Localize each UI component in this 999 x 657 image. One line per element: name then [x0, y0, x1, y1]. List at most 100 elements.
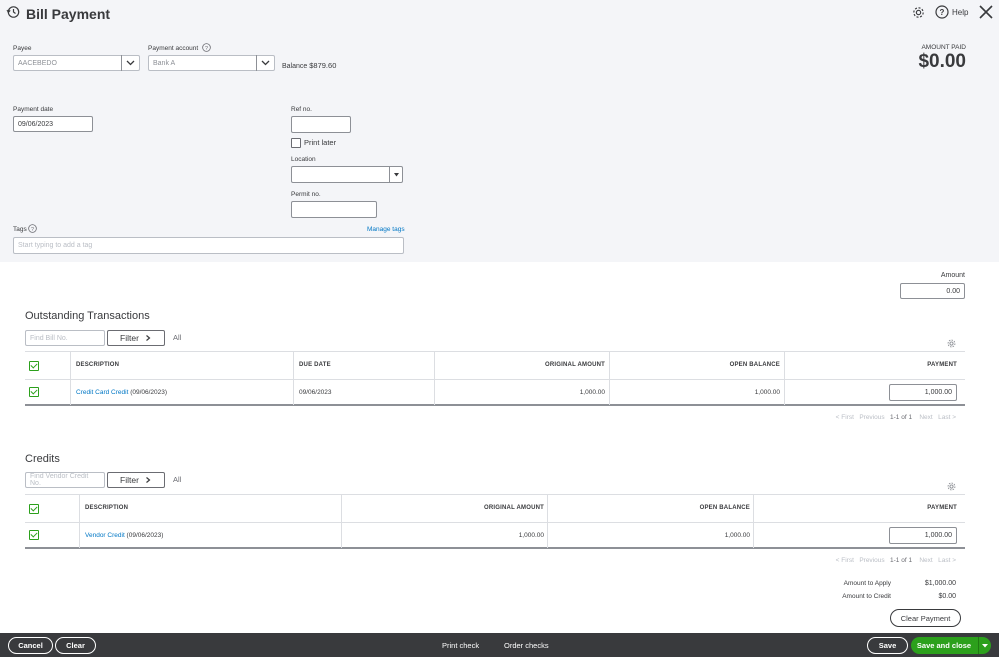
pager-last[interactable]: Last > — [938, 557, 956, 564]
amount-value: 0.00 — [946, 287, 960, 295]
chevron-right-icon — [146, 477, 151, 483]
print-later-label[interactable]: Print later — [304, 138, 336, 147]
find-bill-placeholder: Find Bill No. — [30, 334, 68, 342]
pager-range: 1-1 of 1 — [890, 557, 913, 564]
save-and-close-button[interactable]: Save and close — [911, 637, 977, 654]
pager-range: 1-1 of 1 — [890, 414, 913, 421]
find-vendor-credit-input[interactable]: Find Vendor Credit No. — [25, 472, 105, 488]
pager-previous[interactable]: Previous — [859, 414, 884, 421]
svg-text:?: ? — [31, 227, 34, 233]
cancel-button[interactable]: Cancel — [8, 637, 53, 654]
amount-input[interactable]: 0.00 — [900, 283, 965, 299]
table-row — [25, 523, 965, 547]
pager-first[interactable]: < First — [836, 557, 854, 564]
row-checkbox[interactable] — [29, 530, 39, 540]
amount-paid-value: $0.00 — [918, 51, 966, 72]
credits-filter-button[interactable]: Filter — [107, 472, 165, 488]
outstanding-filter-button[interactable]: Filter — [107, 330, 165, 346]
print-check-link[interactable]: Print check — [442, 641, 479, 650]
save-button[interactable]: Save — [867, 637, 908, 654]
footer-bar: Cancel Clear Print check Order checks Sa… — [0, 633, 999, 657]
account-balance: Balance $879.60 — [282, 61, 336, 70]
pager-last[interactable]: Last > — [938, 414, 956, 421]
clear-button[interactable]: Clear — [55, 637, 96, 654]
amount-to-credit-label: Amount to Credit — [842, 593, 891, 600]
permit-no-input[interactable] — [291, 201, 377, 218]
col-payment[interactable]: PAYMENT — [927, 505, 957, 511]
chevron-down-icon[interactable] — [256, 55, 274, 71]
settings-gear-icon[interactable] — [911, 5, 926, 20]
outstanding-select-all-checkbox[interactable] — [29, 361, 39, 371]
pager-first[interactable]: < First — [836, 414, 854, 421]
history-icon[interactable] — [6, 5, 20, 19]
permit-no-label: Permit no. — [291, 191, 321, 198]
caret-down-icon[interactable] — [389, 166, 402, 183]
row-description-date: (09/06/2023) — [128, 389, 168, 396]
payment-account-select[interactable]: Bank A — [148, 55, 275, 71]
header-form-zone — [0, 0, 999, 262]
payment-account-label: Payment account — [148, 45, 199, 52]
outstanding-pager: < First Previous 1-1 of 1 Next Last > — [836, 414, 956, 421]
ref-no-input[interactable] — [291, 116, 351, 133]
vendor-credit-link[interactable]: Vendor Credit — [85, 532, 125, 539]
credit-card-credit-link[interactable]: Credit Card Credit — [76, 389, 128, 396]
outstanding-table-top-rule — [25, 351, 965, 352]
credits-table-top-rule — [25, 494, 965, 495]
filter-label: Filter — [120, 475, 139, 485]
payee-select[interactable]: AACEBEDO — [13, 55, 140, 71]
row-payment-input[interactable]: 1,000.00 — [889, 384, 957, 401]
info-icon[interactable]: ? — [202, 43, 211, 52]
col-original-amount[interactable]: ORIGINAL AMOUNT — [545, 362, 605, 368]
credits-table-settings-icon[interactable] — [946, 481, 957, 492]
row-payment-value: 1,000.00 — [924, 389, 952, 396]
col-description[interactable]: DESCRIPTION — [76, 362, 119, 368]
chevron-right-icon — [146, 335, 151, 341]
print-later-checkbox[interactable] — [291, 138, 301, 148]
find-bill-input[interactable]: Find Bill No. — [25, 330, 105, 346]
find-vendor-credit-placeholder: Find Vendor Credit No. — [30, 473, 89, 487]
chevron-down-icon[interactable] — [121, 55, 139, 71]
outstanding-all-label: All — [173, 333, 182, 342]
ref-no-label: Ref no. — [291, 106, 312, 113]
amount-to-credit-value: $0.00 — [938, 593, 956, 600]
row-original-amount: 1,000.00 — [579, 389, 605, 396]
col-original-amount[interactable]: ORIGINAL AMOUNT — [484, 505, 544, 511]
col-due-date[interactable]: DUE DATE — [299, 362, 331, 368]
location-select[interactable] — [291, 166, 403, 183]
pager-next[interactable]: Next — [919, 557, 932, 564]
payee-label: Payee — [13, 45, 32, 52]
outstanding-table-settings-icon[interactable] — [946, 338, 957, 349]
payee-value: AACEBEDO — [18, 59, 57, 67]
save-and-close-split-button: Save and close — [911, 637, 991, 654]
outstanding-table-bottom-rule — [25, 404, 965, 406]
credits-select-all-checkbox[interactable] — [29, 504, 39, 514]
page-title: Bill Payment — [26, 6, 111, 22]
row-original-amount: 1,000.00 — [518, 532, 544, 539]
col-open-balance[interactable]: OPEN BALANCE — [730, 362, 780, 368]
amount-to-apply-label: Amount to Apply — [843, 580, 891, 587]
balance-label: Balance — [282, 63, 308, 70]
close-icon[interactable] — [978, 4, 994, 20]
row-open-balance: 1,000.00 — [724, 532, 750, 539]
col-open-balance[interactable]: OPEN BALANCE — [700, 505, 750, 511]
payment-date-input[interactable]: 09/06/2023 — [13, 116, 93, 132]
pager-previous[interactable]: Previous — [859, 557, 884, 564]
info-icon[interactable]: ? — [28, 224, 37, 233]
save-options-caret-icon[interactable] — [978, 637, 991, 654]
row-description-date: (09/06/2023) — [124, 532, 164, 539]
help-icon[interactable]: ? — [935, 5, 949, 19]
help-label[interactable]: Help — [952, 8, 968, 17]
amount-to-apply-value: $1,000.00 — [924, 580, 956, 587]
tags-label: Tags — [13, 226, 27, 233]
order-checks-link[interactable]: Order checks — [504, 641, 549, 650]
row-payment-input[interactable]: 1,000.00 — [889, 527, 957, 544]
pager-next[interactable]: Next — [919, 414, 932, 421]
col-description[interactable]: DESCRIPTION — [85, 505, 128, 511]
clear-payment-button[interactable]: Clear Payment — [890, 609, 961, 627]
row-payment-value: 1,000.00 — [924, 532, 952, 539]
col-payment[interactable]: PAYMENT — [927, 362, 957, 368]
balance-value: $879.60 — [309, 61, 337, 70]
manage-tags-link[interactable]: Manage tags — [367, 226, 405, 233]
row-checkbox[interactable] — [29, 387, 39, 397]
tags-input[interactable]: Start typing to add a tag — [13, 237, 404, 254]
